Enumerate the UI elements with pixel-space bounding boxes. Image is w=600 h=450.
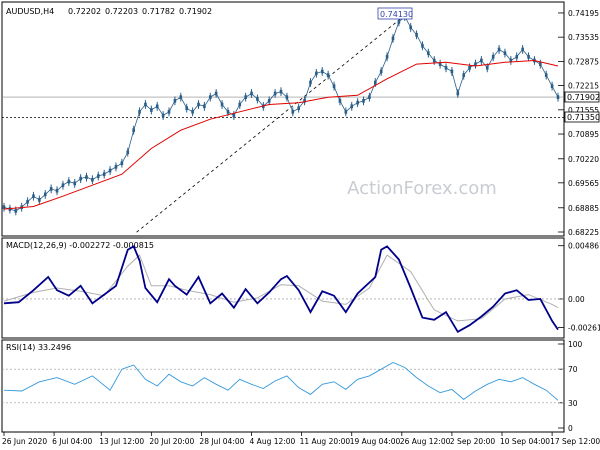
symbol-label: AUDUSD,H4: [6, 7, 54, 16]
macd-tick-label: 0.004861: [568, 242, 600, 251]
time-tick-label: 2 Sep 20:00: [450, 437, 496, 446]
watermark: ActionForex.com: [347, 178, 497, 199]
price-tick-label: 0.69565: [568, 179, 599, 188]
price-panel-frame: [1, 1, 565, 237]
rsi-tick-label: 70: [568, 365, 578, 374]
rsi-tick-label: 0: [568, 424, 573, 433]
macd-tick-label: 0.00: [568, 295, 585, 304]
rsi-tick-label: 30: [568, 399, 578, 408]
level-label: 0.71350: [567, 113, 600, 122]
chart-canvas: ActionForex.com AUDUSD,H4 0.72202 0.7220…: [1, 1, 600, 446]
rsi-tick-label: 100: [568, 340, 583, 349]
ohlc-high: 0.72203: [105, 7, 138, 16]
macd-title: MACD(12,26,9) -0.002272 -0.000815: [6, 241, 154, 250]
price-tick-label: 0.70220: [568, 155, 599, 164]
price-tick-label: 0.68225: [568, 228, 599, 237]
price-tick-label: 0.72875: [568, 57, 599, 66]
price-tick-label: 0.68885: [568, 204, 599, 213]
ohlc-low: 0.71782: [142, 7, 175, 16]
price-tick-label: 0.74195: [568, 9, 599, 18]
time-tick-label: 11 Aug 20:00: [300, 437, 351, 446]
rsi-panel-frame: [1, 339, 565, 433]
time-tick-label: 10 Sep 04:00: [500, 437, 550, 446]
time-tick-label: 4 Aug 12:00: [250, 437, 296, 446]
time-tick-label: 6 Jul 04:00: [52, 437, 92, 446]
price-tick-label: 0.73535: [568, 33, 599, 42]
time-tick-label: 28 Jul 04:00: [199, 437, 244, 446]
macd-tick-label: -0.002611: [568, 324, 600, 333]
last-price-marker: 0.71902: [564, 91, 600, 103]
rsi-title: RSI(14) 33.2496: [6, 343, 71, 352]
price-tick-label: 0.70895: [568, 130, 599, 139]
last-price-label: 0.71902: [567, 93, 600, 102]
peak-marker: 0.74130: [377, 7, 413, 20]
time-tick-label: 20 Jul 20:00: [149, 437, 194, 446]
time-tick-label: 17 Sep 12:00: [550, 437, 600, 446]
ohlc-close: 0.71902: [179, 7, 212, 16]
ohlc-open: 0.72202: [68, 7, 101, 16]
level-marker: 0.71350: [564, 111, 600, 123]
macd-panel-frame: [1, 237, 565, 339]
time-tick-label: 26 Jun 2020: [2, 437, 47, 446]
price-tick-label: 0.72215: [568, 82, 599, 91]
chart-window: ActionForex.com AUDUSD,H4 0.72202 0.7220…: [0, 0, 600, 450]
time-axis: 26 Jun 2020 6 Jul 04:00 13 Jul 12:00 20 Jul…: [2, 432, 600, 446]
time-tick-label: 26 Aug 12:00: [400, 437, 451, 446]
time-tick-label: 13 Jul 12:00: [99, 437, 144, 446]
peak-label: 0.74130: [380, 10, 413, 19]
time-tick-label: 19 Aug 04:00: [350, 437, 401, 446]
